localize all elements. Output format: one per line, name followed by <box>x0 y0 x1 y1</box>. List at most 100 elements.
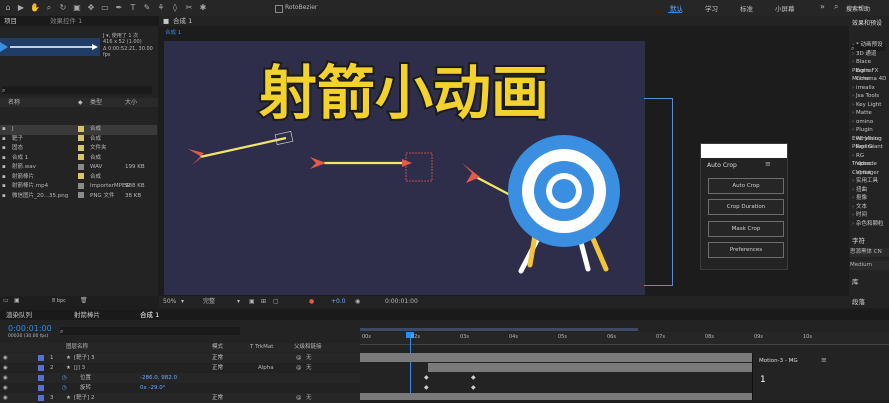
text-tool-icon[interactable]: T <box>128 3 138 13</box>
paragraph-section[interactable]: 段落 <box>852 296 865 306</box>
layer-name[interactable]: [靶子] 2 <box>74 393 95 403</box>
bpc-label[interactable]: 8 bpc <box>52 298 66 304</box>
layer-trkmat[interactable]: Alpha <box>258 363 274 373</box>
trash-icon[interactable]: 🗑 <box>80 297 88 304</box>
layer-mode[interactable]: -286.0, 982.0 <box>140 373 177 383</box>
grid-icon[interactable]: ⊞ <box>261 296 266 308</box>
effects-category[interactable]: 杂色和颗粒 <box>852 220 889 229</box>
layer-mode[interactable]: 0x -29.0° <box>140 383 165 393</box>
comp-subtab[interactable]: 合成 1 <box>165 28 181 36</box>
pan-tool-icon[interactable]: ✥ <box>86 3 96 13</box>
workspace-small-screen[interactable]: 小屏幕 <box>775 3 795 13</box>
keyframe-pos-2[interactable]: ◆ <box>471 374 476 381</box>
new-comp-icon[interactable]: ▣ <box>14 297 20 304</box>
search-help-input[interactable]: 搜索帮助 <box>846 4 870 13</box>
mask-crop-button[interactable]: Mask Crop <box>708 221 784 237</box>
effects-category[interactable]: 扭曲 <box>852 186 889 195</box>
search-icon[interactable]: ⌕ <box>834 2 838 12</box>
col-mode[interactable]: 模式 <box>212 343 223 352</box>
layer-parent[interactable]: 无 <box>306 363 312 373</box>
roto-tool-icon[interactable]: ✂ <box>184 3 194 13</box>
effects-category[interactable]: omino <box>852 118 889 127</box>
lock-icon[interactable]: ■ <box>163 16 169 26</box>
keyframe-pos-1[interactable]: ◆ <box>424 374 429 381</box>
timeline-timecode[interactable]: 0:00:01:00 <box>8 324 52 333</box>
effects-category[interactable]: Matte <box>852 109 889 118</box>
layer-bar-3[interactable] <box>360 393 752 400</box>
new-folder-icon[interactable]: ▭ <box>3 297 9 304</box>
list-item[interactable]: ▪ 射箭棒片 合成 <box>0 173 157 183</box>
effects-category[interactable]: Video Copilot <box>852 160 889 176</box>
list-item[interactable]: ▪ 射箭.wav WAV 199 KB <box>0 163 157 173</box>
table-row[interactable]: ◉ 3 ★ [靶子] 2 正常 @ 无 <box>0 393 360 403</box>
list-item[interactable]: ▪ 微信图片_20...35.png PNG 文件 38 KB <box>0 192 157 202</box>
layer-name[interactable]: 旋转 <box>80 383 91 393</box>
tab-comp-1[interactable]: 合成 1 <box>140 310 159 320</box>
layer-bar-2[interactable] <box>428 363 752 372</box>
parent-pick-whip-icon[interactable]: @ <box>296 363 302 373</box>
effects-category[interactable]: Boris FX Mocha <box>852 67 889 83</box>
effects-category[interactable]: irrealix <box>852 84 889 93</box>
effects-category[interactable]: 文本 <box>852 203 889 212</box>
region-icon[interactable]: ▣ <box>249 296 255 308</box>
panel-menu-icon[interactable]: ≡ <box>821 356 827 364</box>
zoom-tool-icon[interactable]: ⌕ <box>44 3 54 13</box>
effects-category[interactable]: * 动画预设 <box>852 41 889 50</box>
layer-mode[interactable]: 正常 <box>212 363 223 373</box>
layer-name[interactable]: [靶子] 3 <box>74 353 95 363</box>
selection-tool-icon[interactable]: ▶ <box>16 3 26 13</box>
font-weight-select[interactable]: Medium <box>850 261 889 270</box>
timeline-search-input[interactable]: ⌕ <box>60 327 240 335</box>
font-family-select[interactable]: 思源黑体 CN <box>850 248 889 257</box>
table-row[interactable]: ◉ 1 ★ [靶子] 3 正常 @ 无 <box>0 353 360 363</box>
effects-category[interactable]: Plugin Everything <box>852 126 889 142</box>
effects-category[interactable]: 实用工具 <box>852 177 889 186</box>
tab-project[interactable]: 项目 <box>4 17 17 25</box>
col-name[interactable]: 名称 <box>8 98 20 107</box>
list-item[interactable]: ▪ J 合成 <box>0 125 157 135</box>
keyframe-rot-1[interactable]: ◆ <box>424 384 429 391</box>
parent-pick-whip-icon[interactable]: @ <box>296 353 302 363</box>
layer-name[interactable]: [J] 3 <box>74 363 85 373</box>
rectangle-tool-icon[interactable]: ▭ <box>100 3 110 13</box>
col-parent[interactable]: 父级和链接 <box>294 343 322 352</box>
auto-crop-button[interactable]: Auto Crop <box>708 178 784 194</box>
visibility-icon[interactable]: ◉ <box>3 363 8 373</box>
table-row[interactable]: ◉ ◷ 位置 -286.0, 982.0 <box>0 373 360 383</box>
stopwatch-icon[interactable]: ◷ <box>62 373 67 383</box>
visibility-icon[interactable]: ◉ <box>3 393 8 403</box>
mask-icon[interactable]: ▢ <box>273 296 279 308</box>
hand-tool-icon[interactable]: ✋ <box>30 3 40 13</box>
library-section[interactable]: 库 <box>852 276 859 286</box>
visibility-icon[interactable]: ◉ <box>3 353 8 363</box>
camera-tool-icon[interactable]: ▣ <box>72 3 82 13</box>
crop-duration-button[interactable]: Crop Duration <box>708 199 784 215</box>
effects-category[interactable]: Jsa Tools <box>852 92 889 101</box>
tab-comp-archery[interactable]: 射箭棒片 <box>74 310 100 320</box>
home-icon[interactable]: ⌂ <box>3 3 13 13</box>
effects-category[interactable]: 时间 <box>852 211 889 220</box>
color-icon[interactable]: ● <box>309 296 314 308</box>
pen-tool-icon[interactable]: ✒ <box>114 3 124 13</box>
effects-category[interactable]: 抠像 <box>852 194 889 203</box>
exposure-value[interactable]: +0.0 <box>331 296 346 308</box>
layer-mode[interactable]: 正常 <box>212 353 223 363</box>
comp-timecode[interactable]: 0:00:01:00 <box>385 296 418 308</box>
tab-effect-controls[interactable]: 效果控件 1 <box>50 16 82 26</box>
table-row[interactable]: ◉ ◷ 旋转 0x -29.0° <box>0 383 360 393</box>
effects-category[interactable]: Red Giant <box>852 143 889 152</box>
rotobezier-checkbox[interactable] <box>275 5 283 13</box>
effects-category[interactable]: Vimager <box>852 169 889 178</box>
effects-category[interactable]: Key Light <box>852 101 889 110</box>
workspace-standard[interactable]: 标准 <box>740 3 753 13</box>
effects-category[interactable]: Blace Plugins <box>852 58 889 74</box>
panel-menu-icon[interactable]: ≡ <box>765 160 771 168</box>
list-item[interactable]: ▪ 固态 文件夹 <box>0 144 157 154</box>
layer-parent[interactable]: 无 <box>306 353 312 363</box>
col-type[interactable]: 类型 <box>90 98 102 107</box>
table-row[interactable]: ◉ 2 ★ [J] 3 正常 Alpha @ 无 <box>0 363 360 373</box>
effects-category[interactable]: RE:Vision Plug-ins <box>852 135 889 151</box>
list-item[interactable]: ▪ 靶子 合成 <box>0 135 157 145</box>
eraser-tool-icon[interactable]: ◊ <box>170 3 180 13</box>
layer-mode[interactable]: 正常 <box>212 393 223 403</box>
